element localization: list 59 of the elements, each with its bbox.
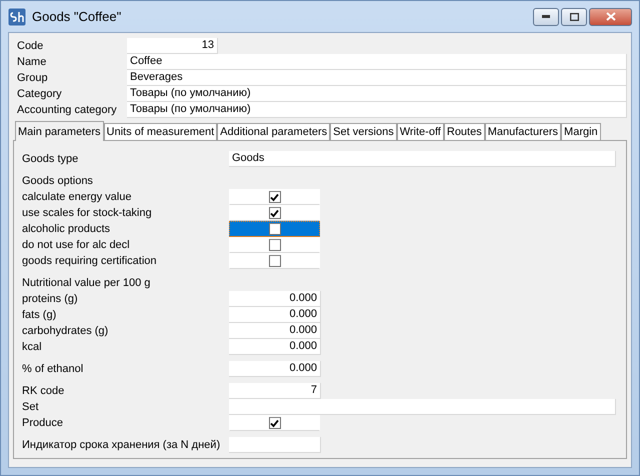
- input-field[interactable]: 0.000: [229, 307, 321, 323]
- input-field[interactable]: 0.000: [229, 339, 321, 355]
- tab[interactable]: Units of measurement: [104, 123, 218, 140]
- checkbox[interactable]: [268, 239, 280, 251]
- tab[interactable]: Write-off: [396, 123, 444, 140]
- field-label: Name: [16, 55, 48, 70]
- maximize-icon: [570, 12, 578, 20]
- option-label: alcoholic products: [22, 222, 112, 237]
- field-label: Индикатор срока хранения (за N дней): [22, 438, 222, 453]
- checkbox[interactable]: [268, 191, 280, 203]
- input-field[interactable]: [229, 437, 321, 453]
- field-label: Code: [16, 39, 44, 54]
- input-field[interactable]: Beverages: [127, 70, 627, 86]
- field-label: Group: [16, 71, 49, 86]
- input-field[interactable]: Goods: [229, 151, 616, 167]
- input-field[interactable]: Товары (по умолчанию): [127, 102, 627, 118]
- checkbox[interactable]: [268, 255, 280, 267]
- close-button[interactable]: [589, 8, 632, 26]
- app-logo-icon: [8, 8, 26, 26]
- option-label: use scales for stock-taking: [22, 206, 153, 221]
- tab[interactable]: Main parameters: [15, 121, 104, 141]
- option-label: do not use for alc decl: [22, 238, 131, 253]
- input-field[interactable]: 0.000: [229, 291, 321, 307]
- input-field[interactable]: 13: [127, 38, 218, 54]
- maximize-button[interactable]: [561, 8, 587, 26]
- section-heading: Goods options: [22, 174, 94, 189]
- section-heading: Nutritional value per 100 g: [22, 276, 152, 291]
- field-label: proteins (g): [22, 292, 79, 307]
- checkbox[interactable]: [268, 207, 280, 219]
- tab[interactable]: Set versions: [330, 123, 397, 140]
- field-label: Set: [22, 400, 40, 415]
- field-label: Accounting category: [16, 103, 118, 118]
- field-label: Category: [16, 87, 63, 102]
- field-label: kcal: [22, 340, 43, 355]
- tab[interactable]: Additional parameters: [217, 123, 330, 140]
- tab[interactable]: Manufacturers: [484, 123, 562, 140]
- input-field[interactable]: 0.000: [229, 323, 321, 339]
- minimize-icon: [542, 15, 550, 18]
- tab[interactable]: Margin: [561, 123, 601, 140]
- field-label: fats (g): [22, 308, 58, 323]
- input-field[interactable]: Coffee: [127, 54, 627, 70]
- window-title: Goods "Coffee": [32, 9, 122, 24]
- tab[interactable]: Routes: [444, 123, 485, 140]
- field-label: RK code: [22, 384, 66, 399]
- option-label: goods requiring certification: [22, 254, 158, 269]
- checkbox[interactable]: [268, 223, 280, 235]
- field-label: Goods type: [22, 152, 80, 167]
- checkbox[interactable]: [268, 417, 280, 429]
- option-label: calculate energy value: [22, 190, 132, 205]
- minimize-button[interactable]: [533, 8, 559, 26]
- option-label: Produce: [22, 416, 64, 431]
- checkbox-cell[interactable]: [229, 221, 320, 237]
- input-field[interactable]: [229, 399, 616, 415]
- input-field[interactable]: 0.000: [229, 361, 321, 377]
- close-icon: [606, 12, 616, 21]
- field-label: carbohydrates (g): [22, 324, 110, 339]
- field-label: % of ethanol: [22, 362, 84, 377]
- input-field[interactable]: 7: [229, 383, 321, 399]
- input-field[interactable]: Товары (по умолчанию): [127, 86, 627, 102]
